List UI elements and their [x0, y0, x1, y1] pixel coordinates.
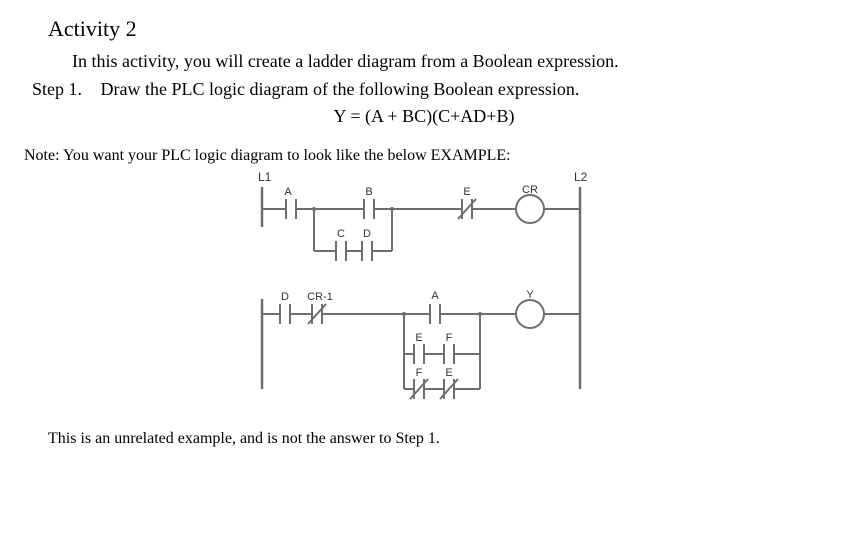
r1-par-c1-label: C	[337, 228, 345, 240]
r2-par1-c1-label: E	[415, 332, 422, 344]
activity-title: Activity 2	[48, 16, 824, 42]
r1-c1-label: A	[284, 186, 292, 198]
r1-coil-label: CR	[522, 184, 538, 196]
r2-par1-c2-label: F	[446, 332, 453, 344]
r2-par2-c1-label: F	[416, 367, 423, 379]
step-number: Step 1.	[32, 79, 96, 100]
step-1-line: Step 1. Draw the PLC logic diagram of th…	[32, 79, 824, 100]
rail-left-label: L1	[258, 170, 272, 184]
footnote-text: This is an unrelated example, and is not…	[48, 430, 824, 448]
ladder-diagram: L1 L2 A B E CR C D D CR-1	[24, 169, 824, 424]
r2-c2-label: CR-1	[307, 291, 333, 303]
r2-midtop-label: A	[431, 290, 439, 302]
r1-par-c2-label: D	[363, 228, 371, 240]
r2-par2-c2-label: E	[445, 367, 452, 379]
step-text: Draw the PLC logic diagram of the follow…	[101, 79, 580, 99]
rail-right-label: L2	[574, 170, 588, 184]
ladder-svg: L1 L2 A B E CR C D D CR-1	[234, 169, 614, 419]
activity-intro: In this activity, you will create a ladd…	[72, 48, 824, 75]
r1-c3-label: E	[463, 186, 470, 198]
r2-c1-label: D	[281, 291, 289, 303]
r1-c2-label: B	[365, 186, 372, 198]
boolean-expression: Y = (A + BC)(C+AD+B)	[24, 106, 824, 127]
r2-coil-label: Y	[526, 289, 534, 301]
note-text: Note: You want your PLC logic diagram to…	[24, 147, 824, 165]
